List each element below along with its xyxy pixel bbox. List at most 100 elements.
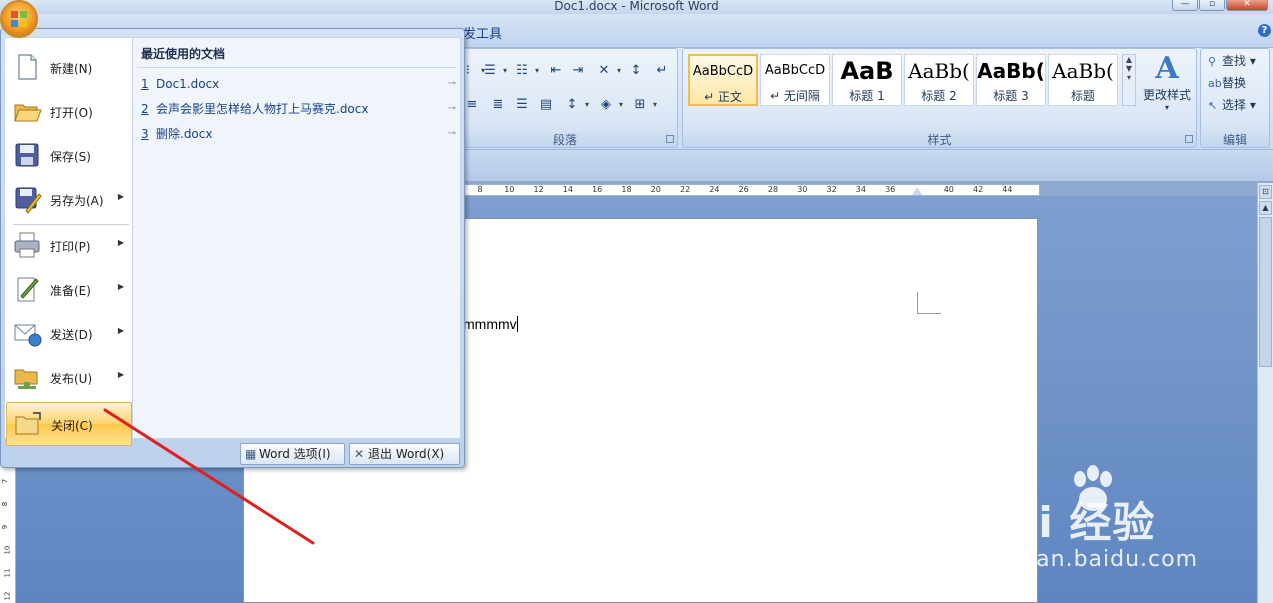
style-preview: AaBb( <box>1052 59 1114 83</box>
style-title[interactable]: AaBb( 标题 <box>1048 54 1118 106</box>
pin-icon[interactable]: ⊸ <box>448 99 456 119</box>
exit-word-label: 退出 Word(X) <box>368 447 445 461</box>
menu-item-label: 发送(D) <box>50 328 93 342</box>
paragraph-group-label: 段落 <box>552 133 577 147</box>
scroll-up-icon[interactable]: ▲ <box>1259 201 1272 215</box>
recent-doc-item[interactable]: 2 会声会影里怎样给人物打上马赛克.docx ⊸ <box>141 99 456 119</box>
ruler-number: 18 <box>621 185 632 194</box>
cursor-icon: ↖ <box>1208 99 1218 112</box>
menu-item-print[interactable]: 打印(P) ▶ <box>6 224 132 268</box>
replace-icon: ab <box>1208 77 1222 90</box>
recent-doc-item[interactable]: 1 Doc1.docx ⊸ <box>141 74 456 94</box>
numbering-icon[interactable]: ☰ <box>479 61 507 81</box>
style-heading-2[interactable]: AaBb( 标题 2 <box>904 54 974 106</box>
style-heading-1[interactable]: AaB 标题 1 <box>832 54 902 106</box>
menu-item-send[interactable]: 发送(D) ▶ <box>6 312 132 356</box>
recent-documents-panel: 最近使用的文档 1 Doc1.docx ⊸ 2 会声会影里怎样给人物打上马赛克.do… <box>132 37 461 439</box>
title-bar: Doc1.docx - Microsoft Word — ▫ ✕ <box>0 0 1273 14</box>
right-indent-marker[interactable] <box>912 187 922 195</box>
submenu-arrow-icon: ▶ <box>117 370 124 379</box>
change-styles-button[interactable]: A 更改样式 ▾ <box>1138 51 1196 113</box>
align-center-icon[interactable]: ≣ <box>487 95 509 115</box>
ruler-toggle-icon[interactable]: ⊡ <box>1259 185 1272 199</box>
word-options-button[interactable]: ▦ Word 选项(I) <box>240 443 345 465</box>
ruler-number: 16 <box>592 185 603 194</box>
style-heading-3[interactable]: AaBb( 标题 3 <box>976 54 1046 106</box>
replace-button[interactable]: ab替换 <box>1208 74 1246 91</box>
printer-icon <box>14 232 40 258</box>
ruler-number: 12 <box>3 591 12 601</box>
justify-icon[interactable]: ☰ <box>511 95 533 115</box>
decrease-indent-icon[interactable]: ⇤ <box>545 61 567 81</box>
style-name: 标题 2 <box>921 89 957 103</box>
multilevel-list-icon[interactable]: ☷ <box>511 61 539 81</box>
vertical-ruler[interactable]: 7 8 9 10 11 12 <box>0 465 16 603</box>
style-preview: AaBb( <box>977 59 1045 83</box>
pin-icon[interactable]: ⊸ <box>448 124 456 144</box>
close-window-button[interactable]: ✕ <box>1226 0 1268 11</box>
text-caret <box>516 316 518 332</box>
menu-item-publish[interactable]: 发布(U) ▶ <box>6 356 132 400</box>
margin-corner-mark <box>917 292 941 314</box>
recent-doc-number: 1 <box>141 77 149 91</box>
replace-label: 替换 <box>1222 76 1247 90</box>
submenu-arrow-icon: ▶ <box>117 192 124 201</box>
new-document-icon <box>18 54 37 80</box>
watermark-url: jingyan.baidu.com <box>978 547 1199 572</box>
show-marks-icon[interactable]: ↵ <box>651 61 673 81</box>
line-spacing-icon[interactable]: ↕ <box>561 95 589 115</box>
recent-doc-number: 3 <box>141 127 149 141</box>
tab-developer[interactable]: 发工具 <box>463 23 502 42</box>
exit-word-button[interactable]: ✕ 退出 Word(X) <box>349 443 460 465</box>
maximize-button[interactable]: ▫ <box>1199 0 1225 11</box>
ruler-number: 36 <box>885 185 896 194</box>
menu-item-close[interactable]: 关闭(C) <box>6 402 132 446</box>
menu-item-prepare[interactable]: 准备(E) ▶ <box>6 268 132 312</box>
ruler-number: 8 <box>477 185 483 194</box>
styles-dialog-launcher[interactable] <box>1185 135 1193 143</box>
find-button[interactable]: ⚲ 查找 ▾ <box>1208 52 1256 69</box>
menu-item-save[interactable]: 保存(S) <box>6 134 132 178</box>
pin-icon[interactable]: ⊸ <box>448 74 456 94</box>
help-icon[interactable]: ? <box>1258 24 1271 37</box>
borders-icon[interactable]: ⊞ <box>629 95 657 115</box>
chevron-down-icon: ▾ <box>1164 103 1169 112</box>
scroll-thumb[interactable] <box>1259 217 1272 367</box>
menu-item-label: 新建(N) <box>50 62 93 76</box>
window-title: Doc1.docx - Microsoft Word <box>554 0 719 13</box>
vertical-scrollbar[interactable]: ⊡ ▲ <box>1257 183 1273 603</box>
ruler-number: 26 <box>738 185 749 194</box>
recent-documents-header: 最近使用的文档 <box>141 47 226 61</box>
shading-icon[interactable]: ◈ <box>595 95 623 115</box>
recent-doc-number: 2 <box>141 102 149 116</box>
style-preview: AaBbCcD <box>692 64 754 79</box>
sort-icon[interactable]: ↕ <box>625 61 647 81</box>
save-disk-icon <box>15 143 39 167</box>
menu-item-new[interactable]: 新建(N) <box>6 46 132 90</box>
styles-gallery-scroll[interactable]: ▲ ▼ ▾ <box>1122 54 1136 106</box>
ruler-number: 30 <box>797 185 808 194</box>
style-no-spacing[interactable]: AaBbCcD ↵ 无间隔 <box>760 54 830 106</box>
ruler-number: 22 <box>680 185 691 194</box>
document-text[interactable]: mmmmv <box>463 316 518 332</box>
increase-indent-icon[interactable]: ⇥ <box>567 61 589 81</box>
menu-item-save-as[interactable]: 另存为(A) ▶ <box>6 178 132 222</box>
change-styles-icon: A <box>1155 51 1179 86</box>
ruler-number: 12 <box>533 185 544 194</box>
ruler-number: 10 <box>504 185 515 194</box>
ruler-number: 8 <box>1 501 10 507</box>
baidu-watermark: Bai 经验 jingyan.baidu.com <box>976 465 1216 575</box>
minimize-button[interactable]: — <box>1172 0 1198 11</box>
chinese-layout-icon[interactable]: ✕ <box>593 61 621 81</box>
select-button[interactable]: ↖ 选择 ▾ <box>1208 96 1256 113</box>
menu-item-label: 打印(P) <box>50 240 91 254</box>
distributed-icon[interactable]: ▤ <box>535 95 557 115</box>
ruler-number: 42 <box>973 185 984 194</box>
office-button[interactable] <box>0 0 38 38</box>
recent-doc-item[interactable]: 3 删除.docx ⊸ <box>141 124 456 144</box>
style-normal[interactable]: AaBbCcD ↵ 正文 <box>688 54 758 106</box>
paragraph-dialog-launcher[interactable] <box>666 135 674 143</box>
publish-icon <box>14 369 38 389</box>
open-folder-icon <box>14 104 42 122</box>
menu-item-open[interactable]: 打开(O) <box>6 90 132 134</box>
